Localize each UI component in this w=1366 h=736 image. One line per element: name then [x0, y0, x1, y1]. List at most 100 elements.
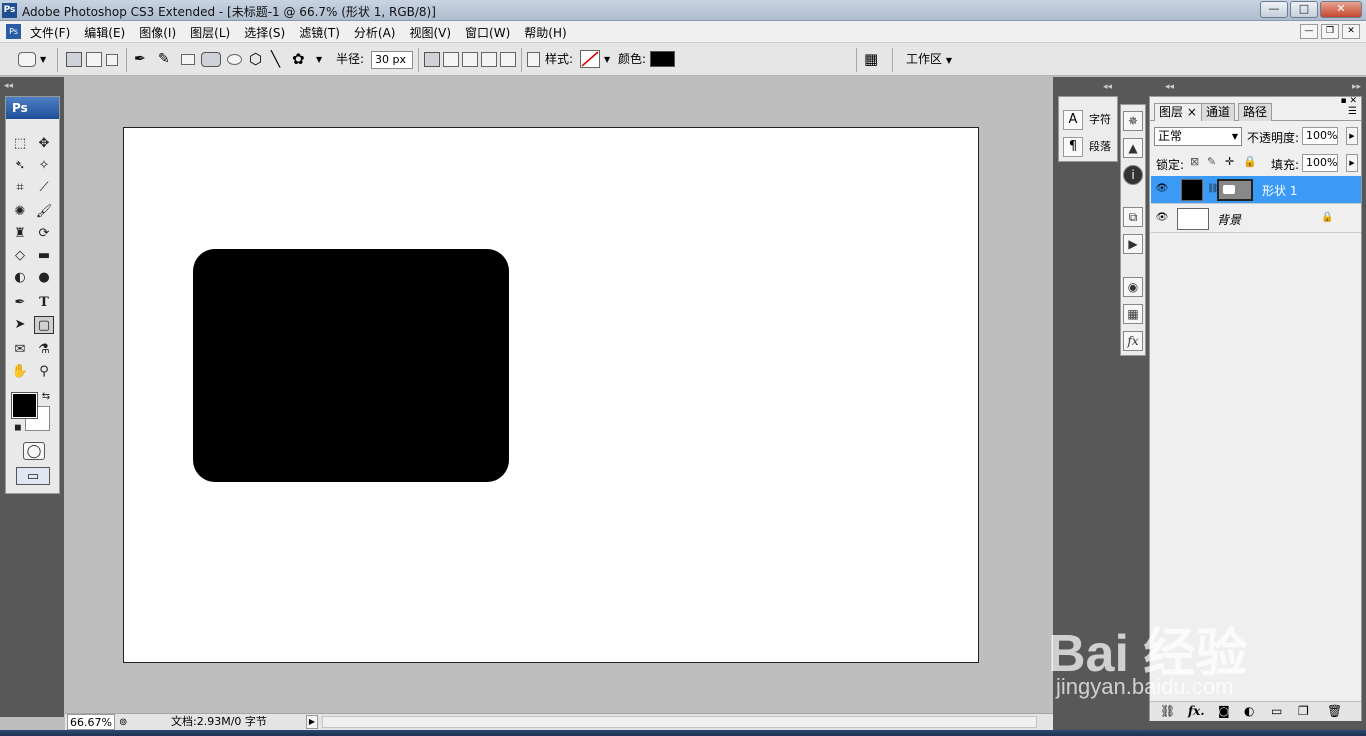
color-grid-icon[interactable]: ▦ — [1123, 304, 1143, 324]
lock-position-icon[interactable]: ✛ — [1225, 155, 1234, 168]
rounded-rectangle-shape-icon[interactable] — [201, 52, 221, 67]
tab-channels[interactable]: 通道 — [1201, 103, 1236, 121]
blur-tool-icon[interactable]: ◐ — [10, 269, 30, 287]
visibility-eye-icon[interactable]: 👁 — [1155, 183, 1169, 195]
gradient-tool-icon[interactable]: ▬ — [34, 247, 54, 265]
style-swatch-none-icon[interactable] — [580, 50, 600, 68]
move-tool-icon[interactable]: ✥ — [34, 135, 54, 153]
pen-tool-icon[interactable]: ✒ — [134, 51, 146, 68]
tab-paths[interactable]: 路径 — [1238, 103, 1273, 121]
notes-tool-icon[interactable]: ✉ — [10, 341, 30, 359]
workspace-button[interactable]: 工作区 ▼ — [906, 51, 952, 68]
menu-analysis[interactable]: 分析(A) — [354, 24, 396, 41]
create-new-shape-icon[interactable] — [424, 52, 440, 67]
ellipse-shape-icon[interactable] — [227, 54, 242, 65]
marquee-tool-icon[interactable]: ⬚ — [10, 135, 30, 153]
crop-tool-icon[interactable]: ⌗ — [10, 179, 30, 197]
history-icon[interactable]: ⧉ — [1123, 207, 1143, 227]
swatches-icon[interactable]: ◉ — [1123, 277, 1143, 297]
menu-select[interactable]: 选择(S) — [244, 24, 285, 41]
menu-window[interactable]: 窗口(W) — [465, 24, 510, 41]
brush-tool-icon[interactable]: 🖌 — [34, 203, 54, 221]
history-brush-tool-icon[interactable]: ⟳ — [34, 225, 54, 243]
menu-filter[interactable]: 滤镜(T) — [299, 24, 340, 41]
collapse-dock-icon[interactable]: ◂◂ — [4, 81, 13, 91]
paths-icon[interactable] — [86, 52, 102, 67]
add-to-shape-icon[interactable] — [443, 52, 459, 67]
styles-fx-icon[interactable]: fx — [1123, 331, 1143, 351]
maximize-button[interactable]: □ — [1290, 1, 1318, 18]
rounded-rectangle-shape[interactable] — [193, 249, 509, 482]
color-swatch[interactable] — [650, 51, 675, 67]
path-selection-tool-icon[interactable]: ➤ — [10, 316, 30, 334]
collapse-right-icon[interactable]: ▸▸ — [1352, 82, 1361, 92]
tool-preset-dropdown-icon[interactable]: ▼ — [40, 51, 46, 68]
exclude-shape-icon[interactable] — [500, 52, 516, 67]
menu-layer[interactable]: 图层(L) — [190, 24, 230, 41]
healing-brush-tool-icon[interactable]: ✺ — [10, 203, 30, 221]
intersect-shape-icon[interactable] — [481, 52, 497, 67]
adjustment-layer-icon[interactable]: ◐ — [1244, 704, 1254, 718]
custom-shape-icon[interactable]: ✿ — [292, 51, 305, 68]
navigator-icon[interactable]: ✵ — [1123, 111, 1143, 131]
subtract-shape-icon[interactable] — [462, 52, 478, 67]
opacity-input[interactable]: 100% — [1302, 127, 1338, 145]
doc-minimize-button[interactable]: — — [1300, 24, 1318, 39]
tab-layers[interactable]: 图层 × — [1154, 103, 1202, 121]
lock-transparent-icon[interactable]: ⊠ — [1190, 155, 1199, 168]
blend-mode-select[interactable]: 正常 ▼ — [1154, 127, 1242, 146]
dodge-tool-icon[interactable]: ● — [34, 269, 54, 287]
quick-mask-icon[interactable]: ◯ — [23, 442, 45, 460]
type-tool-icon[interactable]: T — [34, 294, 54, 312]
layer-row-background[interactable]: 👁 背景 🔒 — [1151, 205, 1361, 233]
tab-close-icon[interactable]: × — [1187, 105, 1197, 119]
style-dropdown-icon[interactable]: ▼ — [604, 51, 610, 68]
status-menu-arrow-icon[interactable]: ▶ — [306, 715, 318, 729]
polygon-shape-icon[interactable]: ⬡ — [249, 51, 262, 68]
fill-slider-arrow-icon[interactable]: ▶ — [1346, 154, 1358, 172]
rectangle-shape-icon[interactable] — [181, 54, 195, 65]
clone-stamp-tool-icon[interactable]: ♜ — [10, 225, 30, 243]
doc-close-button[interactable]: ✕ — [1342, 24, 1360, 39]
new-layer-icon[interactable]: ❐ — [1298, 704, 1309, 718]
zoom-level-field[interactable]: 66.67% — [67, 714, 115, 730]
menu-image[interactable]: 图像(I) — [139, 24, 176, 41]
foreground-color-swatch[interactable] — [11, 392, 38, 419]
visibility-eye-icon[interactable]: 👁 — [1155, 212, 1169, 224]
opacity-slider-arrow-icon[interactable]: ▶ — [1346, 127, 1358, 145]
fill-pixels-icon[interactable] — [106, 54, 118, 66]
line-shape-icon[interactable]: ╲ — [271, 51, 280, 68]
rounded-rectangle-tool-icon[interactable]: ▢ — [34, 316, 54, 334]
pen-tool-icon[interactable]: ✒ — [10, 294, 30, 312]
paragraph-panel-button[interactable]: ¶ 段落 — [1063, 136, 1111, 158]
document-canvas[interactable] — [123, 127, 979, 663]
menu-edit[interactable]: 编辑(E) — [84, 24, 125, 41]
delete-layer-icon[interactable]: 🗑 — [1327, 704, 1342, 718]
link-style-icon[interactable] — [527, 52, 540, 67]
lock-image-icon[interactable]: ✎ — [1207, 155, 1216, 168]
zoom-tool-icon[interactable]: ⚲ — [34, 363, 54, 381]
freeform-pen-icon[interactable]: ✎ — [158, 51, 170, 68]
geometry-options-dropdown-icon[interactable]: ▼ — [316, 51, 322, 68]
minimize-button[interactable]: — — [1260, 1, 1288, 18]
tool-preset-icon[interactable] — [18, 52, 36, 67]
collapse-left-icon[interactable]: ◂◂ — [1103, 82, 1112, 92]
histogram-icon[interactable]: ▲ — [1123, 138, 1143, 158]
document-icon[interactable]: Ps — [6, 24, 21, 39]
radius-input[interactable]: 30 px — [371, 51, 413, 69]
close-button[interactable]: ✕ — [1320, 1, 1362, 18]
swap-colors-icon[interactable]: ⇆ — [36, 388, 56, 406]
status-info-icon[interactable]: ⊚ — [119, 715, 127, 730]
collapse-mid-icon[interactable]: ◂◂ — [1165, 82, 1174, 92]
hand-tool-icon[interactable]: ✋ — [10, 363, 30, 381]
lock-all-icon[interactable]: 🔒 — [1243, 155, 1257, 168]
panel-menu-icon[interactable]: ☰ — [1348, 106, 1357, 117]
eyedropper-tool-icon[interactable]: ⚗ — [34, 341, 54, 359]
bridge-icon[interactable]: ▦ — [864, 51, 878, 68]
horizontal-scrollbar[interactable] — [322, 716, 1037, 728]
screen-mode-icon[interactable]: ▭ — [16, 467, 50, 485]
shape-layers-icon[interactable] — [66, 52, 82, 67]
character-panel-button[interactable]: A 字符 — [1063, 109, 1111, 131]
menu-help[interactable]: 帮助(H) — [524, 24, 566, 41]
menu-view[interactable]: 视图(V) — [409, 24, 451, 41]
